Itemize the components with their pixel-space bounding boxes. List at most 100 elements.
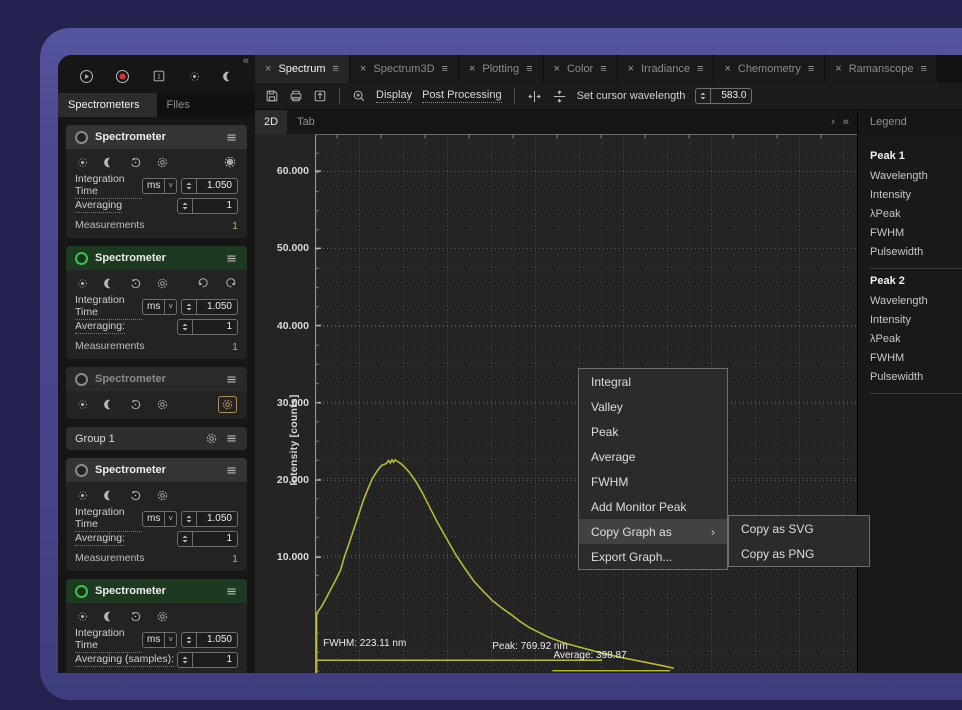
spectrometer-panel-header[interactable]: Spectrometer bbox=[66, 579, 247, 603]
undo-circle-icon[interactable] bbox=[129, 398, 142, 411]
combo-arrow-icon[interactable]: ˅ bbox=[165, 181, 176, 190]
value-stepper[interactable]: 1 bbox=[177, 531, 238, 547]
stepper-arrows-icon[interactable] bbox=[182, 512, 197, 526]
save-icon[interactable] bbox=[265, 89, 279, 103]
expand-panel-icon[interactable]: › bbox=[831, 116, 835, 128]
close-tab-icon[interactable]: × bbox=[628, 63, 634, 75]
gear-icon[interactable] bbox=[156, 489, 169, 502]
undo-circle-icon[interactable] bbox=[129, 277, 142, 290]
tab-menu-icon[interactable]: ≡ bbox=[808, 63, 814, 75]
tab-plotting[interactable]: ×Plotting≡ bbox=[459, 55, 544, 83]
combo-arrow-icon[interactable]: ˅ bbox=[165, 514, 176, 523]
gear-highlighted-box[interactable] bbox=[218, 396, 237, 413]
stepper-arrows-icon[interactable] bbox=[178, 199, 193, 213]
menu-item-peak[interactable]: Peak bbox=[579, 419, 727, 444]
stepper-value[interactable]: 1 bbox=[193, 653, 237, 667]
stepper-icon[interactable] bbox=[185, 514, 193, 524]
tab-ramanscope[interactable]: ×Ramanscope≡ bbox=[825, 55, 938, 83]
horizontal-cursor-icon[interactable] bbox=[552, 89, 567, 104]
stepper-value[interactable]: 1.050 bbox=[197, 300, 237, 314]
stepper-icon[interactable] bbox=[181, 655, 189, 665]
stepper-icon[interactable] bbox=[181, 201, 189, 211]
gear-icon[interactable] bbox=[156, 156, 169, 169]
moon-icon[interactable] bbox=[103, 277, 115, 290]
gear-icon[interactable] bbox=[205, 432, 218, 445]
burger-icon[interactable] bbox=[225, 464, 238, 477]
gear-icon[interactable] bbox=[156, 398, 169, 411]
menu-item-fwhm[interactable]: FWHM bbox=[579, 469, 727, 494]
redo-icon[interactable] bbox=[224, 277, 237, 290]
stepper-arrows-icon[interactable] bbox=[178, 653, 193, 667]
value-stepper[interactable]: 1 bbox=[177, 198, 238, 214]
tab-chemometry[interactable]: ×Chemometry≡ bbox=[714, 55, 825, 83]
menu-item-integral[interactable]: Integral bbox=[579, 369, 727, 394]
sun-icon[interactable] bbox=[76, 398, 89, 411]
moon-icon[interactable] bbox=[103, 610, 115, 623]
stepper-value[interactable]: 1 bbox=[193, 532, 237, 546]
tab-menu-icon[interactable]: ≡ bbox=[526, 63, 532, 75]
stepper-icon[interactable] bbox=[181, 534, 189, 544]
menu-item-add-monitor-peak[interactable]: Add Monitor Peak bbox=[579, 494, 727, 519]
stepper-value[interactable]: 1 bbox=[193, 199, 237, 213]
unit-combo[interactable]: ms˅ bbox=[142, 299, 177, 315]
stepper-arrows-icon[interactable] bbox=[182, 179, 197, 193]
moon-icon[interactable] bbox=[103, 489, 115, 502]
stepper-arrows-icon[interactable] bbox=[178, 320, 193, 334]
moon-icon[interactable] bbox=[103, 156, 115, 169]
undo-circle-icon[interactable] bbox=[129, 489, 142, 502]
zoom-reset-icon[interactable] bbox=[352, 89, 366, 103]
close-tab-icon[interactable]: × bbox=[835, 63, 841, 75]
sun-icon[interactable] bbox=[188, 70, 201, 83]
moon-icon[interactable] bbox=[103, 398, 115, 411]
collapse-sidebar-icon[interactable]: « bbox=[243, 56, 249, 67]
helm-gear-icon[interactable] bbox=[223, 155, 237, 169]
stepper-value[interactable]: 1 bbox=[193, 320, 237, 334]
menu-item-average[interactable]: Average bbox=[579, 444, 727, 469]
tab-menu-icon[interactable]: ≡ bbox=[333, 63, 339, 75]
sun-icon[interactable] bbox=[76, 156, 89, 169]
value-stepper[interactable]: 1 bbox=[177, 319, 238, 335]
burger-icon[interactable] bbox=[225, 373, 238, 386]
value-stepper[interactable]: 1.050 bbox=[181, 632, 238, 648]
stepper-value[interactable]: 1.050 bbox=[197, 633, 237, 647]
undo-circle-icon[interactable] bbox=[129, 610, 142, 623]
unit-combo[interactable]: ms˅ bbox=[142, 178, 177, 194]
stepper-arrows-icon[interactable] bbox=[696, 89, 711, 103]
tab-2d[interactable]: 2D bbox=[255, 110, 287, 134]
display-menu-button[interactable]: Display bbox=[376, 89, 412, 103]
value-stepper[interactable]: 1 bbox=[177, 652, 238, 668]
stepper-value[interactable]: 1.050 bbox=[197, 179, 237, 193]
tab-menu-icon[interactable]: ≡ bbox=[442, 63, 448, 75]
unit-combo[interactable]: ms˅ bbox=[142, 511, 177, 527]
gear-icon[interactable] bbox=[156, 610, 169, 623]
spectrometer-panel-header[interactable]: Spectrometer bbox=[66, 125, 247, 149]
spectrometer-panel-header[interactable]: Spectrometer bbox=[66, 367, 247, 391]
stepper-arrows-icon[interactable] bbox=[182, 633, 197, 647]
print-icon[interactable] bbox=[289, 89, 303, 103]
group-header[interactable]: Group 1 bbox=[66, 427, 247, 450]
unit-combo[interactable]: ms˅ bbox=[142, 632, 177, 648]
gear-highlighted-icon[interactable] bbox=[221, 398, 234, 411]
combo-arrow-icon[interactable]: ˅ bbox=[165, 302, 176, 311]
export-icon[interactable] bbox=[313, 89, 327, 103]
tab-color[interactable]: ×Color≡ bbox=[544, 55, 618, 83]
undo-icon[interactable] bbox=[197, 277, 210, 290]
play-icon[interactable] bbox=[79, 69, 94, 84]
record-icon[interactable] bbox=[115, 69, 130, 84]
close-tab-icon[interactable]: × bbox=[724, 63, 730, 75]
close-tab-icon[interactable]: × bbox=[360, 63, 366, 75]
burger-icon[interactable] bbox=[225, 131, 238, 144]
cursor-wavelength-stepper[interactable]: 583.0 bbox=[695, 88, 752, 104]
cursor-wavelength-value[interactable]: 583.0 bbox=[711, 89, 751, 103]
burger-icon[interactable] bbox=[225, 432, 238, 445]
sun-icon[interactable] bbox=[76, 489, 89, 502]
menu-item-copy-as-svg[interactable]: Copy as SVG bbox=[729, 516, 869, 541]
collapse-panel-icon[interactable]: « bbox=[843, 116, 849, 128]
menu-item-copy-as-png[interactable]: Copy as PNG bbox=[729, 541, 869, 566]
burger-icon[interactable] bbox=[225, 252, 238, 265]
value-stepper[interactable]: 1.050 bbox=[181, 178, 238, 194]
tab-menu-icon[interactable]: ≡ bbox=[600, 63, 606, 75]
tab-menu-icon[interactable]: ≡ bbox=[921, 63, 927, 75]
value-stepper[interactable]: 1.050 bbox=[181, 511, 238, 527]
moon-icon[interactable] bbox=[222, 70, 234, 83]
